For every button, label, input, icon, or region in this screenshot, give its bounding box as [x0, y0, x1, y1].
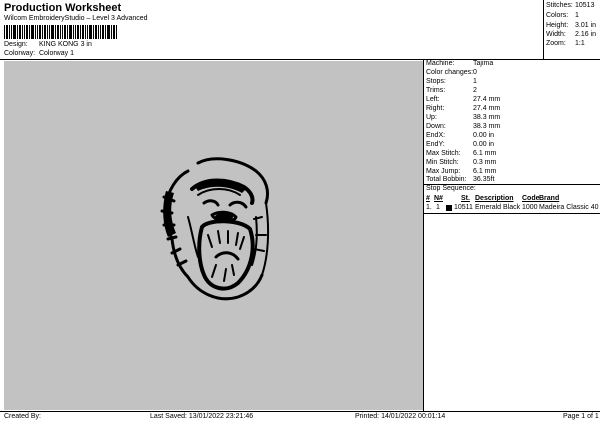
row-description: Emerald Black [475, 204, 521, 211]
gorilla-embroidery-image [160, 157, 270, 301]
info-value: 0.3 mm [473, 159, 497, 166]
stat-label: Width: [546, 31, 566, 38]
info-label: Stops: [426, 78, 446, 85]
colorway-label: Colorway: [4, 50, 36, 57]
info-value: 27.4 mm [473, 105, 501, 112]
stop-sequence-title: Stop Sequence: [426, 185, 476, 192]
stat-value: 1:1 [575, 40, 585, 47]
colorway-row: Colorway: Colorway 1 [4, 50, 74, 57]
info-label: Max Jump: [426, 168, 461, 175]
created-by: Created By: [4, 413, 41, 420]
stat-label: Stitches: [546, 2, 573, 9]
info-value: 0.00 in [473, 132, 495, 139]
page-number: Page 1 of 1 [563, 413, 599, 420]
info-value: 36.35ft [473, 176, 495, 183]
stat-label: Zoom: [546, 40, 566, 47]
stat-value: 2.16 in [575, 31, 597, 38]
info-trims: Trims: 2 [426, 87, 477, 94]
stop-sequence-header: # N# St. Description Code Brand [426, 195, 600, 204]
info-value: 38.3 mm [473, 114, 501, 121]
info-left: Left: 27.4 mm [426, 96, 500, 103]
stat-width: Width: 2.16 in [546, 31, 596, 38]
info-down: Down: 38.3 mm [426, 123, 500, 130]
panel-divider [423, 59, 424, 411]
info-label: Up: [426, 114, 437, 121]
col-stitches: St. [461, 195, 470, 202]
info-label: Machine: [426, 60, 455, 67]
header-divider [0, 59, 600, 60]
printed-date: Printed: 14/01/2022 00:01:14 [355, 413, 446, 420]
info-endx: EndX: 0.00 in [426, 132, 494, 139]
info-min-stitch: Min Stitch: 0.3 mm [426, 159, 496, 166]
info-label: EndX: [426, 132, 446, 139]
info-value: 6.1 mm [473, 168, 497, 175]
row-stitches: 10511 [454, 204, 473, 211]
footer-divider [0, 411, 600, 412]
info-label: Down: [426, 123, 446, 130]
stat-height: Height: 3.01 in [546, 22, 596, 29]
info-value: Tajima [473, 60, 494, 67]
info-max-stitch: Max Stitch: 6.1 mm [426, 150, 496, 157]
row-brand: Madeira Classic 40 [539, 204, 599, 211]
design-preview [4, 61, 423, 410]
col-number: # [426, 195, 430, 202]
info-label: Max Stitch: [426, 150, 461, 157]
color-swatch [446, 205, 452, 213]
info-label: Color changes: [426, 69, 474, 76]
info-up: Up: 38.3 mm [426, 114, 500, 121]
stop-sequence-end-divider [424, 213, 600, 214]
stat-label: Height: [546, 22, 569, 29]
info-total-bobbin: Total Bobbin: 36.35ft [426, 176, 494, 183]
info-stops: Stops: 1 [426, 78, 477, 85]
table-row: 1. 1 10511 Emerald Black 1000 Madeira Cl… [426, 204, 600, 213]
stat-label: Colors: [546, 12, 569, 19]
info-endy: EndY: 0.00 in [426, 141, 494, 148]
software-name: Wilcom EmbroideryStudio – Level 3 Advanc… [4, 15, 148, 22]
stat-colors: Colors: 1 [546, 12, 579, 19]
page-title: Production Worksheet [4, 2, 122, 14]
col-brand: Brand [539, 195, 560, 202]
info-label: Min Stitch: [426, 159, 459, 166]
stat-value: 10513 [575, 2, 595, 9]
barcode [4, 25, 117, 39]
info-label: Right: [426, 105, 445, 112]
info-label: Left: [426, 96, 440, 103]
col-code: Code [522, 195, 540, 202]
colorway-value: Colorway 1 [38, 50, 74, 57]
stats-divider [543, 0, 544, 59]
design-value: KING KONG 3 in [38, 41, 92, 48]
last-saved: Last Saved: 13/01/2022 23:21:46 [150, 413, 254, 420]
col-needle: N# [434, 195, 443, 202]
design-label: Design: [4, 41, 28, 48]
info-color-changes: Color changes:0 [426, 69, 477, 76]
info-value: 0 [473, 69, 477, 76]
info-max-jump: Max Jump: 6.1 mm [426, 168, 496, 175]
info-value: 6.1 mm [473, 150, 497, 157]
info-right: Right: 27.4 mm [426, 105, 500, 112]
row-code: 1000 [522, 204, 538, 211]
row-number: 1. [426, 204, 432, 211]
stat-stitches: Stitches: 10513 [546, 2, 594, 9]
info-label: Trims: [426, 87, 446, 94]
stat-value: 3.01 in [575, 22, 597, 29]
info-value: 1 [473, 78, 477, 85]
stat-zoom: Zoom: 1:1 [546, 40, 585, 47]
info-value: 27.4 mm [473, 96, 501, 103]
design-row: Design: KING KONG 3 in [4, 41, 92, 48]
info-machine: Machine: Tajima [426, 60, 493, 67]
stat-value: 1 [575, 12, 579, 19]
info-value: 38.3 mm [473, 123, 501, 130]
info-value: 0.00 in [473, 141, 495, 148]
info-label: EndY: [426, 141, 445, 148]
info-value: 2 [473, 87, 477, 94]
row-needle: 1 [436, 204, 440, 211]
info-label: Total Bobbin: [426, 176, 467, 183]
col-description: Description [475, 195, 514, 202]
